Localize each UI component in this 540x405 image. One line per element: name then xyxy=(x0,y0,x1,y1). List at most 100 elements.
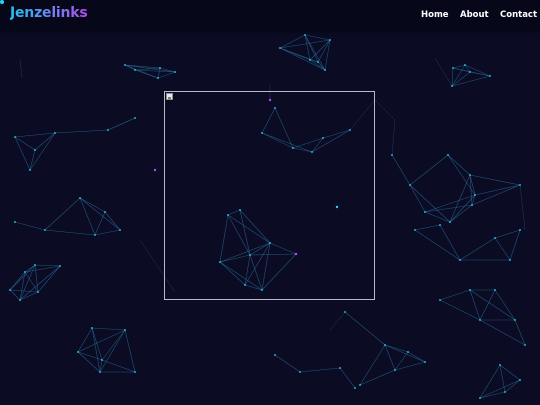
network-link xyxy=(391,154,411,186)
nav-link-contact[interactable]: Contact xyxy=(500,10,537,20)
network-link xyxy=(434,57,453,87)
network-link xyxy=(274,354,301,373)
network-link xyxy=(99,329,126,373)
network-node xyxy=(79,197,81,199)
network-link xyxy=(299,367,341,373)
network-node xyxy=(19,299,21,301)
network-link xyxy=(479,364,501,399)
network-link xyxy=(439,224,461,261)
network-link xyxy=(329,311,346,331)
network-node xyxy=(359,384,361,386)
network-link xyxy=(494,289,516,321)
network-link xyxy=(304,34,331,41)
network-node xyxy=(504,391,506,393)
broken-image-icon xyxy=(166,93,173,100)
network-link xyxy=(94,211,106,236)
network-link xyxy=(77,329,126,353)
brand-dot-icon xyxy=(0,0,4,4)
network-link xyxy=(424,211,451,223)
network-node xyxy=(153,168,157,172)
nav-link-about[interactable]: About xyxy=(460,10,489,20)
network-link xyxy=(14,221,46,231)
network-node xyxy=(409,184,411,186)
network-link xyxy=(101,329,126,361)
network-node xyxy=(439,224,441,226)
network-node xyxy=(471,204,473,206)
network-link xyxy=(107,117,136,131)
network-link xyxy=(157,71,176,79)
network-node xyxy=(524,344,526,346)
network-node xyxy=(124,64,126,66)
network-link xyxy=(499,364,521,381)
network-node xyxy=(317,61,319,63)
network-link xyxy=(359,369,396,386)
network-node xyxy=(274,354,276,356)
network-link xyxy=(101,359,136,373)
network-node xyxy=(469,71,471,73)
network-node xyxy=(34,264,36,266)
network-node xyxy=(59,265,61,267)
network-link xyxy=(479,391,506,399)
network-link xyxy=(439,289,471,301)
network-node xyxy=(447,154,449,156)
network-node xyxy=(354,387,356,389)
network-link xyxy=(469,174,521,186)
network-link xyxy=(44,197,81,231)
network-node xyxy=(54,132,56,134)
network-link xyxy=(9,289,21,301)
network-node xyxy=(449,221,451,223)
network-node xyxy=(157,77,159,79)
network-node xyxy=(394,369,396,371)
network-node xyxy=(34,149,36,151)
network-node xyxy=(101,359,103,361)
network-node xyxy=(44,229,46,231)
network-node xyxy=(134,371,136,373)
network-link xyxy=(414,229,461,261)
brand-logo[interactable]: Jenzelinks xyxy=(10,5,88,21)
network-link xyxy=(471,184,521,206)
nav-link-home[interactable]: Home xyxy=(421,10,449,20)
network-link xyxy=(494,229,521,239)
network-link xyxy=(407,351,426,363)
network-link xyxy=(474,184,521,196)
network-node xyxy=(464,64,466,66)
network-link xyxy=(409,154,449,186)
network-link xyxy=(469,71,491,77)
network-node xyxy=(489,75,491,77)
network-link xyxy=(19,59,23,79)
network-node xyxy=(174,71,176,73)
network-node xyxy=(99,371,101,373)
network-link xyxy=(79,197,121,231)
network-link xyxy=(279,47,311,61)
network-node xyxy=(134,69,136,71)
network-node xyxy=(159,67,161,69)
network-link xyxy=(44,229,96,236)
network-node xyxy=(124,329,126,331)
network-node xyxy=(339,367,341,369)
network-link xyxy=(77,351,103,361)
network-node xyxy=(499,364,501,366)
network-node xyxy=(424,361,426,363)
network-link xyxy=(409,184,451,223)
network-node xyxy=(119,229,121,231)
network-link xyxy=(54,129,109,134)
network-node xyxy=(29,169,31,171)
network-node xyxy=(37,291,39,293)
network-node xyxy=(414,229,416,231)
network-link xyxy=(94,229,121,236)
network-node xyxy=(469,289,471,291)
network-node xyxy=(279,47,281,49)
network-node xyxy=(479,319,481,321)
network-link xyxy=(494,237,511,261)
network-node xyxy=(299,371,301,373)
network-node xyxy=(324,69,326,71)
network-link xyxy=(19,271,26,301)
network-link xyxy=(24,265,61,273)
network-node xyxy=(94,234,96,236)
network-node xyxy=(494,237,496,239)
network-node xyxy=(519,379,521,381)
network-link xyxy=(479,319,526,346)
network-link xyxy=(79,197,96,236)
network-link xyxy=(447,154,471,176)
network-node xyxy=(384,344,386,346)
